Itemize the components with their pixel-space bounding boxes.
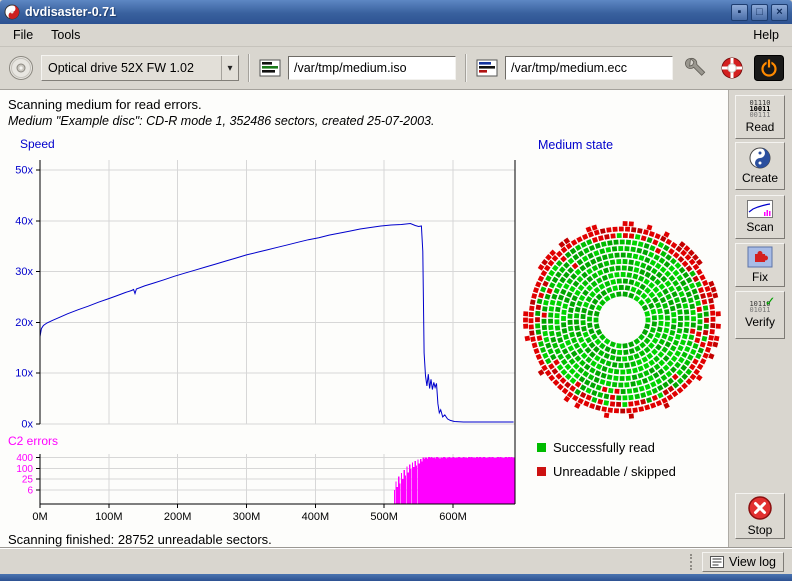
svg-text:600M: 600M <box>439 511 467 523</box>
legend-successfully-read: Successfully read <box>537 440 676 455</box>
titlebar[interactable]: dvdisaster-0.71 ▪ □ × <box>0 0 792 24</box>
svg-text:40x: 40x <box>15 215 33 227</box>
window-title: dvdisaster-0.71 <box>25 5 726 19</box>
menu-tools[interactable]: Tools <box>42 25 89 45</box>
lifesaver-icon <box>720 56 744 80</box>
check-icon: ✓ <box>765 298 774 304</box>
mini-chart-icon <box>747 200 773 218</box>
action-sidebar: 01110 10011 00111 Read Create Scan Fix <box>730 90 792 548</box>
toolbar: Optical drive 52X FW 1.02 ▾ <box>0 47 792 90</box>
medium-state-title: Medium state <box>538 138 613 152</box>
stop-icon <box>747 495 773 521</box>
power-icon <box>754 55 784 81</box>
close-button[interactable]: × <box>771 4 788 21</box>
binary-check-icon: 10110 01011 ✓ <box>749 301 770 313</box>
stop-button[interactable]: Stop <box>735 493 785 539</box>
wrench-icon <box>683 56 707 80</box>
menu-file[interactable]: File <box>4 25 42 45</box>
red-swatch-icon <box>537 467 546 476</box>
svg-text:6: 6 <box>27 486 33 497</box>
legend-unreadable-skipped: Unreadable / skipped <box>537 464 676 479</box>
create-label: Create <box>742 171 778 185</box>
svg-text:30x: 30x <box>15 266 33 278</box>
puzzle-icon <box>747 246 773 268</box>
close-icon: × <box>776 7 782 18</box>
minimize-icon: ▪ <box>738 7 742 18</box>
svg-text:100M: 100M <box>95 511 123 523</box>
help-button[interactable] <box>717 53 747 83</box>
status-line-1: Scanning medium for read errors. <box>8 96 728 113</box>
svg-text:400: 400 <box>16 453 33 464</box>
ecc-file-icon <box>476 59 498 77</box>
speed-and-c2-charts: 0x 10x 20x 30x 40x 50x 400100256 0M 100M 200M 300M… <box>6 136 526 536</box>
medium-state-disc <box>520 218 724 422</box>
svg-text:Speed: Speed <box>20 137 55 151</box>
legend-label: Successfully read <box>553 440 655 455</box>
ecc-path-input[interactable] <box>505 56 673 80</box>
svg-text:500M: 500M <box>370 511 398 523</box>
medium-state-legend: Successfully read Unreadable / skipped <box>537 440 676 479</box>
iso-file-icon <box>259 59 281 77</box>
log-icon <box>710 556 724 568</box>
svg-text:10x: 10x <box>15 368 33 380</box>
maximize-button[interactable]: □ <box>751 4 768 21</box>
minimize-button[interactable]: ▪ <box>731 4 748 21</box>
fix-button[interactable]: Fix <box>735 243 785 287</box>
app-icon <box>4 4 20 20</box>
toolbar-separator <box>465 54 467 82</box>
svg-text:100: 100 <box>16 464 33 475</box>
svg-text:25: 25 <box>22 475 34 486</box>
svg-text:20x: 20x <box>15 317 33 329</box>
fix-label: Fix <box>752 270 768 284</box>
create-button[interactable]: Create <box>735 142 785 190</box>
drive-icon <box>8 55 34 81</box>
svg-text:C2 errors: C2 errors <box>8 434 58 448</box>
scan-result-status: Scanning finished: 28752 unreadable sect… <box>8 532 272 547</box>
window-bottom-border <box>0 574 792 581</box>
yin-yang-icon <box>749 147 771 169</box>
drive-select[interactable]: Optical drive 52X FW 1.02 ▾ <box>41 55 239 81</box>
svg-text:200M: 200M <box>164 511 192 523</box>
svg-text:300M: 300M <box>233 511 261 523</box>
scan-button[interactable]: Scan <box>735 195 785 239</box>
menu-help[interactable]: Help <box>744 25 788 45</box>
read-label: Read <box>746 120 775 134</box>
green-swatch-icon <box>537 443 546 452</box>
svg-text:400M: 400M <box>302 511 330 523</box>
app-window: dvdisaster-0.71 ▪ □ × File Tools Help Op… <box>0 0 792 581</box>
svg-text:0x: 0x <box>21 419 33 431</box>
verify-label: Verify <box>745 315 775 329</box>
read-button[interactable]: 01110 10011 00111 Read <box>735 95 785 139</box>
preferences-button[interactable] <box>680 53 710 83</box>
legend-label: Unreadable / skipped <box>553 464 676 479</box>
footer-bar: View log <box>0 548 792 574</box>
verify-button[interactable]: 10110 01011 ✓ Verify <box>735 291 785 339</box>
menubar: File Tools Help <box>0 24 792 47</box>
drive-select-value: Optical drive 52X FW 1.02 <box>42 61 221 75</box>
svg-text:50x: 50x <box>15 165 33 177</box>
iso-path-input[interactable] <box>288 56 456 80</box>
maximize-icon: □ <box>756 7 763 18</box>
stop-label: Stop <box>748 523 773 537</box>
view-log-label: View log <box>729 555 776 569</box>
binary-read-icon: 01110 10011 00111 <box>749 100 770 118</box>
toolbar-separator <box>248 54 250 82</box>
svg-text:0M: 0M <box>32 511 47 523</box>
scan-label: Scan <box>746 220 773 234</box>
handle-grip[interactable] <box>690 554 696 570</box>
view-log-button[interactable]: View log <box>702 552 784 572</box>
chevron-down-icon: ▾ <box>221 56 238 80</box>
status-line-2: Medium "Example disc": CD-R mode 1, 3524… <box>8 113 728 130</box>
main-content: Scanning medium for read errors. Medium … <box>0 90 729 548</box>
quit-button[interactable] <box>754 53 784 83</box>
